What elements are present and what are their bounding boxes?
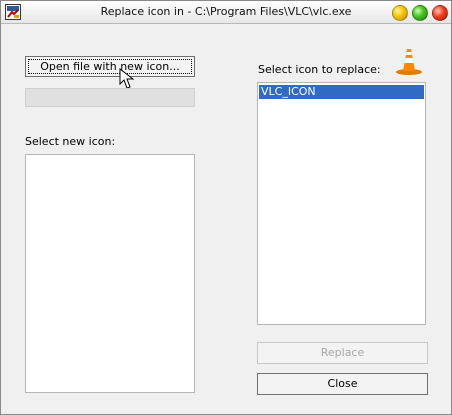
- replace-button[interactable]: Replace: [257, 342, 428, 364]
- progress-bar: [25, 88, 195, 107]
- new-icon-listbox[interactable]: [25, 154, 195, 393]
- maximize-icon[interactable]: [412, 5, 428, 21]
- open-file-button[interactable]: Open file with new icon...: [25, 56, 195, 77]
- select-icon-to-replace-label: Select icon to replace:: [258, 63, 381, 76]
- vlc-cone-icon: [396, 49, 422, 75]
- close-icon[interactable]: [432, 5, 448, 21]
- close-button[interactable]: Close: [257, 373, 428, 395]
- icon-to-replace-listbox[interactable]: VLC_ICON: [257, 82, 426, 325]
- minimize-icon[interactable]: [392, 5, 408, 21]
- select-new-icon-label: Select new icon:: [25, 135, 116, 148]
- list-item-vlc-icon[interactable]: VLC_ICON: [259, 85, 424, 99]
- replace-icon-window: Replace icon in - C:\Program Files\VLC\v…: [0, 0, 452, 415]
- hand-cursor-icon: [119, 68, 135, 89]
- title-bar[interactable]: Replace icon in - C:\Program Files\VLC\v…: [1, 1, 451, 24]
- window-title: Replace icon in - C:\Program Files\VLC\v…: [100, 5, 352, 18]
